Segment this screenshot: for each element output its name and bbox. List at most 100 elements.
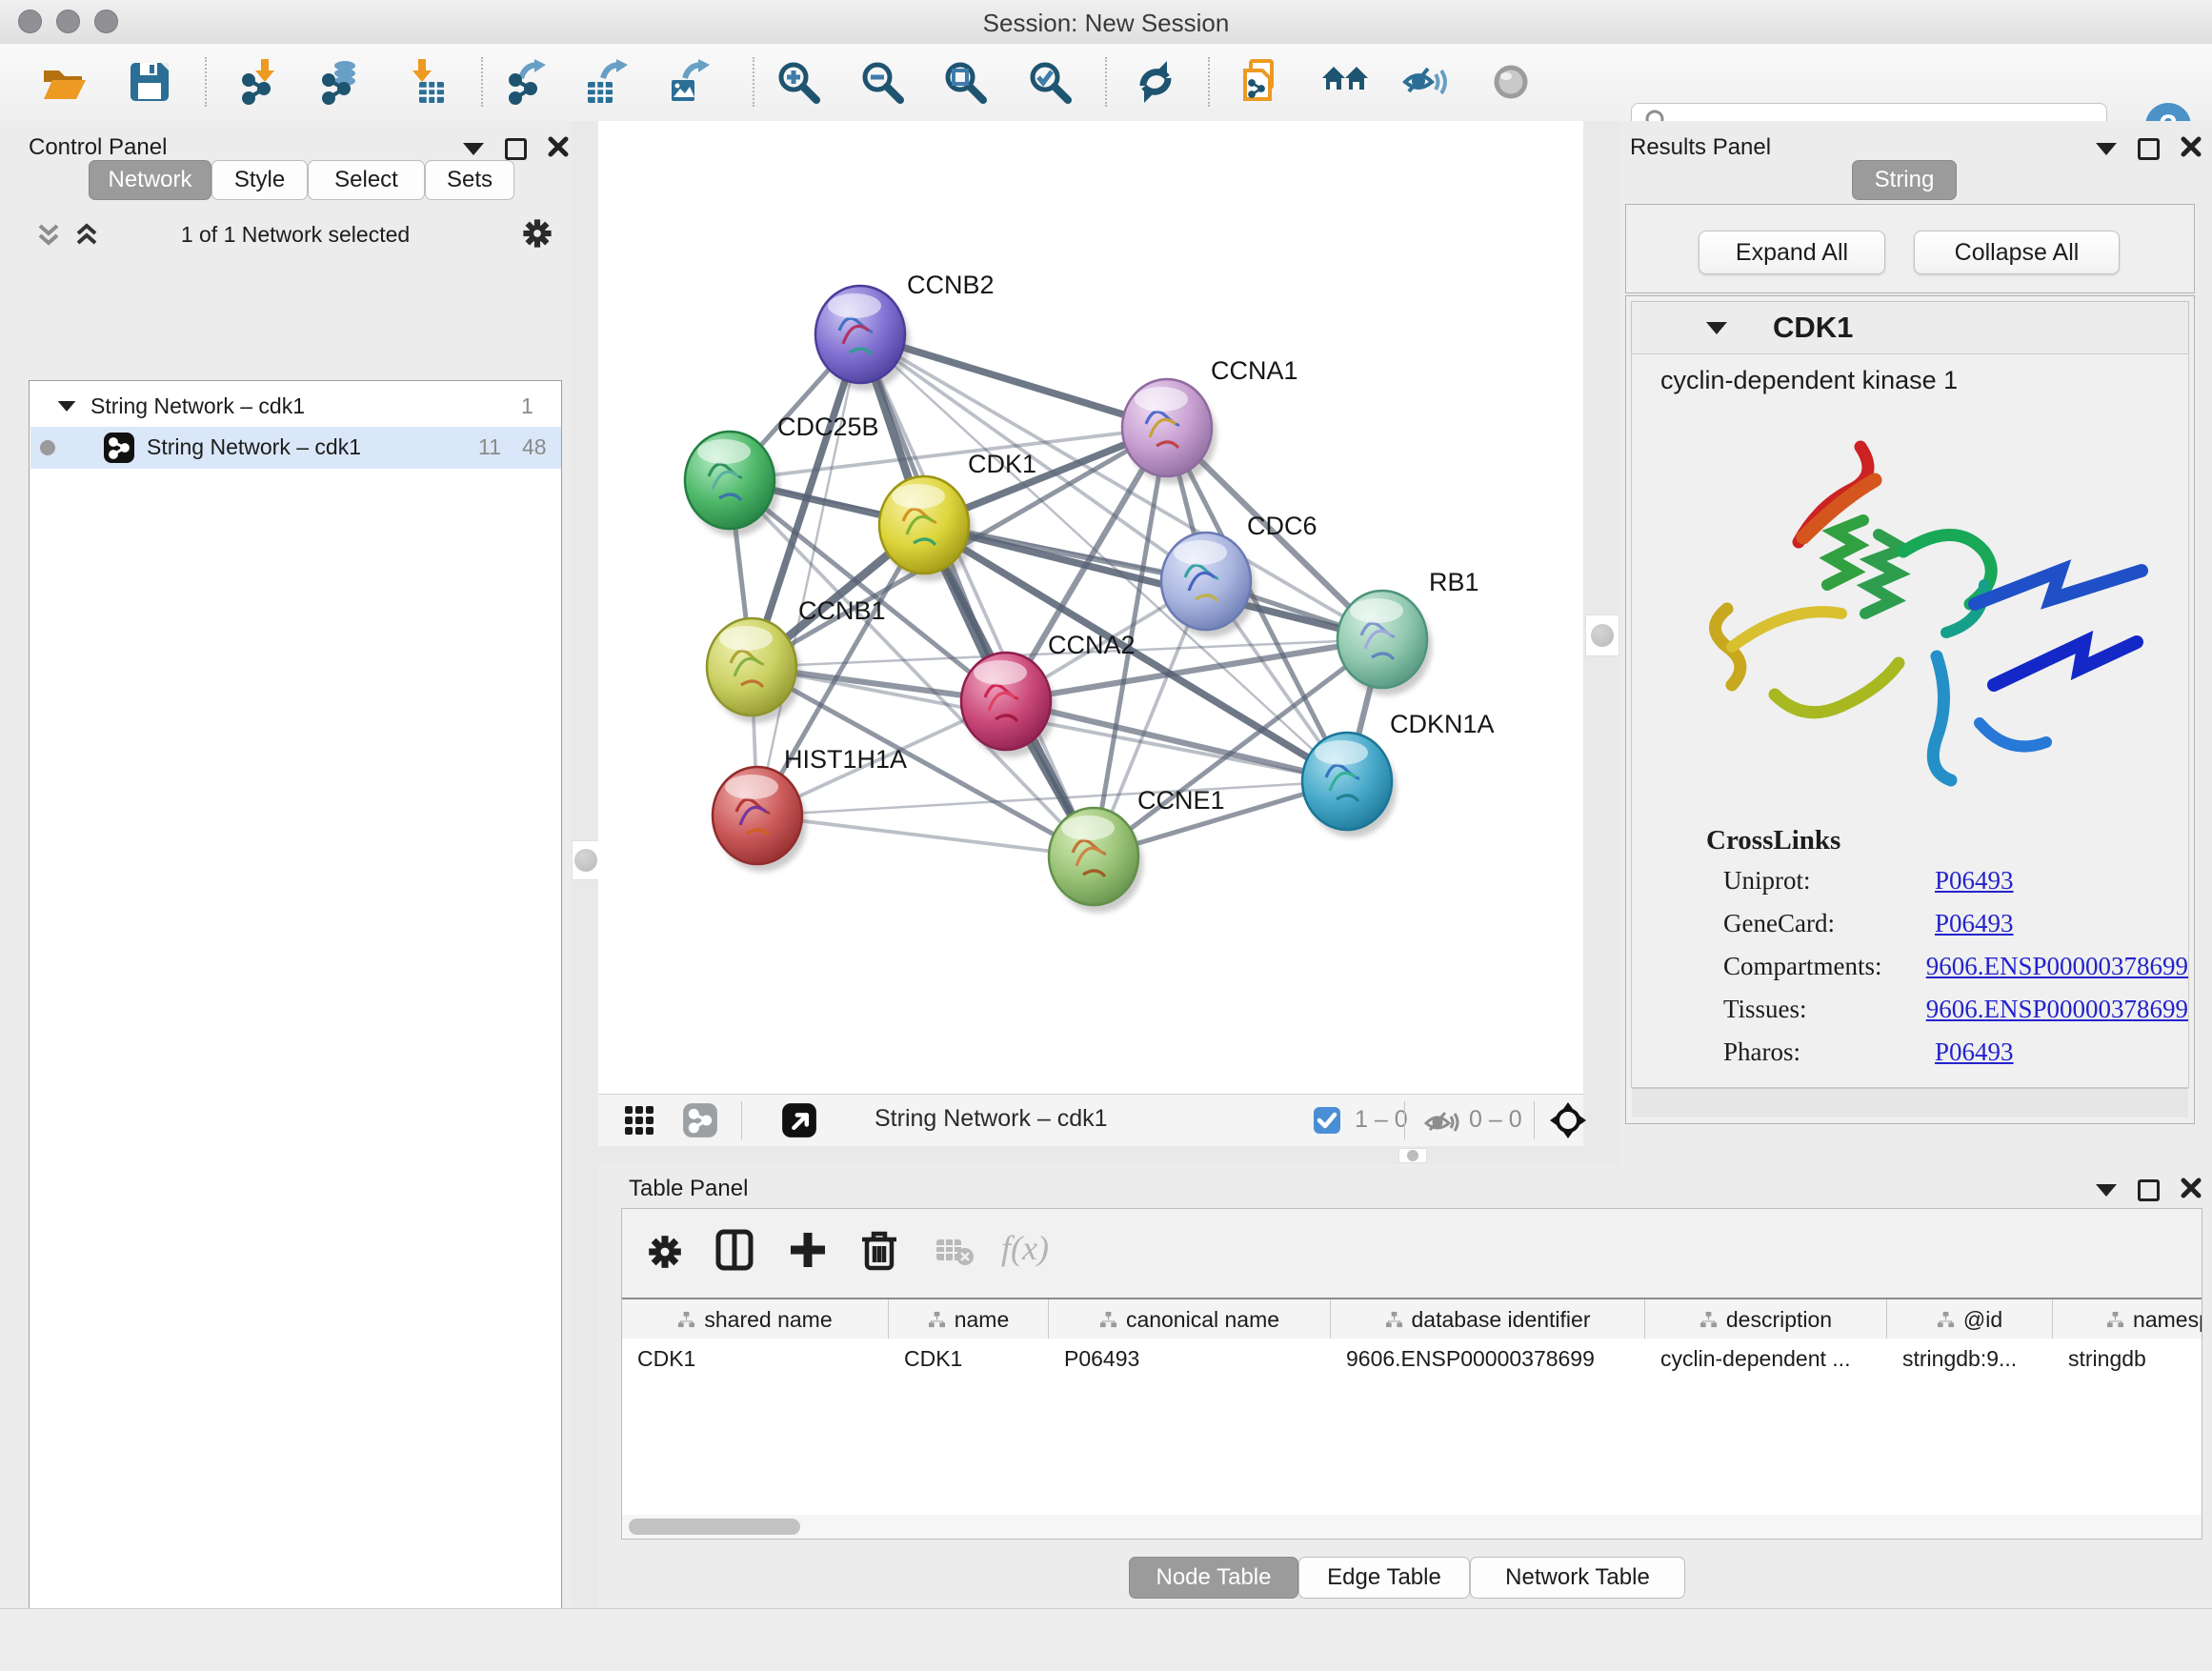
copy-network-button[interactable] — [1233, 54, 1288, 110]
table-panel-menu-icon[interactable] — [2096, 1184, 2117, 1197]
column-header--id[interactable]: @id — [1887, 1299, 2053, 1339]
node-CCNA2[interactable] — [961, 653, 1056, 757]
node-HIST1H1A[interactable] — [713, 767, 807, 872]
zoom-out-button[interactable] — [855, 54, 910, 110]
expand-all-button[interactable]: Expand All — [1699, 231, 1885, 274]
zoom-in-button[interactable] — [771, 54, 826, 110]
column-header-namespace[interactable]: namespace — [2053, 1299, 2202, 1339]
tab-string[interactable]: String — [1852, 160, 1957, 200]
zoom-fit-button[interactable] — [937, 54, 993, 110]
edge-HIST1H1A-CCNE1[interactable] — [757, 815, 1094, 856]
import-network-file-button[interactable] — [231, 54, 286, 110]
right-splitter[interactable] — [1583, 121, 1619, 1145]
table-cell[interactable]: 9606.ENSP00000378699 — [1331, 1339, 1645, 1379]
view-share-icon[interactable] — [682, 1102, 718, 1143]
tab-style[interactable]: Style — [211, 160, 308, 200]
view-grid-icon[interactable] — [623, 1104, 655, 1141]
open-session-button[interactable] — [37, 54, 92, 110]
table-cell[interactable]: CDK1 — [622, 1339, 889, 1379]
hide-selected-button[interactable] — [1398, 54, 1454, 110]
column-header-canonical-name[interactable]: canonical name — [1049, 1299, 1331, 1339]
pan-crosshair-icon[interactable] — [1549, 1101, 1587, 1144]
table-cell[interactable]: stringdb — [2053, 1339, 2202, 1379]
node-CDKN1A[interactable] — [1302, 733, 1397, 837]
column-header-database-identifier[interactable]: database identifier — [1331, 1299, 1645, 1339]
right-splitter-handle[interactable] — [1585, 614, 1619, 656]
selected-count: 1 – 0 — [1355, 1106, 1408, 1134]
node-CDC25B[interactable] — [685, 432, 779, 536]
hidden-eye-icon — [1421, 1104, 1459, 1141]
node-CCNB2[interactable] — [815, 286, 910, 391]
table-panel-float-icon[interactable] — [2138, 1179, 2160, 1201]
control-panel-menu-icon[interactable] — [463, 143, 484, 155]
gene-section-header[interactable]: CDK1 — [1631, 301, 2189, 354]
node-RB1[interactable] — [1337, 591, 1432, 695]
table-body: CDK1CDK1P064939606.ENSP00000378699cyclin… — [622, 1339, 2202, 1515]
node-CCNE1[interactable] — [1049, 808, 1143, 913]
collection-expander-icon[interactable] — [58, 401, 76, 412]
export-image-button[interactable] — [661, 54, 716, 110]
show-columns-icon[interactable] — [713, 1228, 756, 1277]
table-cell[interactable]: CDK1 — [889, 1339, 1049, 1379]
gene-expander-icon[interactable] — [1706, 322, 1727, 334]
collapse-all-networks-icon[interactable] — [32, 218, 65, 255]
table-cell[interactable]: cyclin-dependent ... — [1645, 1339, 1887, 1379]
tab-edge-table[interactable]: Edge Table — [1298, 1557, 1470, 1599]
export-network-button[interactable] — [497, 54, 553, 110]
expand-all-networks-icon[interactable] — [70, 218, 103, 255]
network-canvas[interactable]: CCNB2 CCNA1 CDC25B CDK1 CDC6 — [598, 121, 1583, 1094]
tab-node-table[interactable]: Node Table — [1129, 1557, 1298, 1599]
selected-checkbox-icon[interactable] — [1313, 1106, 1341, 1139]
table-hscrollbar-thumb[interactable] — [629, 1519, 800, 1535]
left-splitter[interactable] — [572, 121, 598, 1608]
collapse-all-button[interactable]: Collapse All — [1914, 231, 2120, 274]
network-options-gear-icon[interactable] — [518, 214, 556, 257]
birds-eye-view-icon[interactable] — [781, 1102, 817, 1143]
first-neighbors-button[interactable] — [1317, 54, 1373, 110]
node-CCNA1[interactable] — [1122, 379, 1217, 484]
crosslink-value-link[interactable]: 9606.ENSP00000378699 — [1926, 995, 2188, 1024]
add-column-plus-icon[interactable] — [786, 1228, 830, 1277]
network-collection-row[interactable]: String Network – cdk1 1 — [30, 387, 561, 427]
control-panel-close-icon[interactable] — [548, 136, 569, 162]
table-panel-close-icon[interactable] — [2181, 1178, 2202, 1203]
control-panel-float-icon[interactable] — [505, 138, 527, 160]
import-table-button[interactable] — [395, 54, 451, 110]
tab-select[interactable]: Select — [308, 160, 425, 200]
edge-CCNB2-CCNE1[interactable] — [860, 334, 1094, 856]
network-row[interactable]: String Network – cdk1 11 48 — [30, 427, 561, 469]
table-cell[interactable]: stringdb:9... — [1887, 1339, 2053, 1379]
node-CDK1[interactable] — [879, 476, 974, 581]
save-session-button[interactable] — [122, 54, 177, 110]
table-hscrollbar[interactable] — [622, 1515, 2202, 1539]
zoom-selected-button[interactable] — [1022, 54, 1077, 110]
bottom-splitter-handle[interactable] — [1398, 1148, 1427, 1163]
left-splitter-handle[interactable] — [572, 840, 599, 880]
table-settings-gear-icon[interactable] — [643, 1230, 687, 1278]
results-panel-close-icon[interactable] — [2181, 136, 2202, 162]
results-scrollbar[interactable] — [1632, 1088, 2188, 1117]
column-header-name[interactable]: name — [889, 1299, 1049, 1339]
delete-column-trash-icon[interactable] — [858, 1228, 900, 1277]
column-header-description[interactable]: description — [1645, 1299, 1887, 1339]
results-panel-menu-icon[interactable] — [2096, 143, 2117, 155]
crosslink-value-link[interactable]: 9606.ENSP00000378699 — [1926, 952, 2188, 981]
crosslink-value-link[interactable]: P06493 — [1935, 1037, 2014, 1067]
collection-count: 1 — [521, 393, 533, 419]
table-cell[interactable]: P06493 — [1049, 1339, 1331, 1379]
tab-network-table[interactable]: Network Table — [1470, 1557, 1685, 1599]
edge-CCNA2-CDKN1A[interactable] — [1006, 701, 1347, 781]
crosslink-value-link[interactable]: P06493 — [1935, 866, 2014, 896]
import-network-database-button[interactable] — [311, 54, 366, 110]
control-panel-title: Control Panel — [29, 134, 167, 161]
show-all-button[interactable] — [1483, 54, 1538, 110]
column-header-shared-name[interactable]: shared name — [622, 1299, 889, 1339]
tab-network[interactable]: Network — [89, 160, 211, 200]
results-panel-float-icon[interactable] — [2138, 138, 2160, 160]
node-CDC6[interactable] — [1161, 533, 1256, 637]
toolbar-separator — [205, 57, 207, 107]
crosslink-value-link[interactable]: P06493 — [1935, 909, 2014, 938]
tab-sets[interactable]: Sets — [425, 160, 514, 200]
refresh-view-button[interactable] — [1128, 54, 1183, 110]
export-table-button[interactable] — [579, 54, 634, 110]
